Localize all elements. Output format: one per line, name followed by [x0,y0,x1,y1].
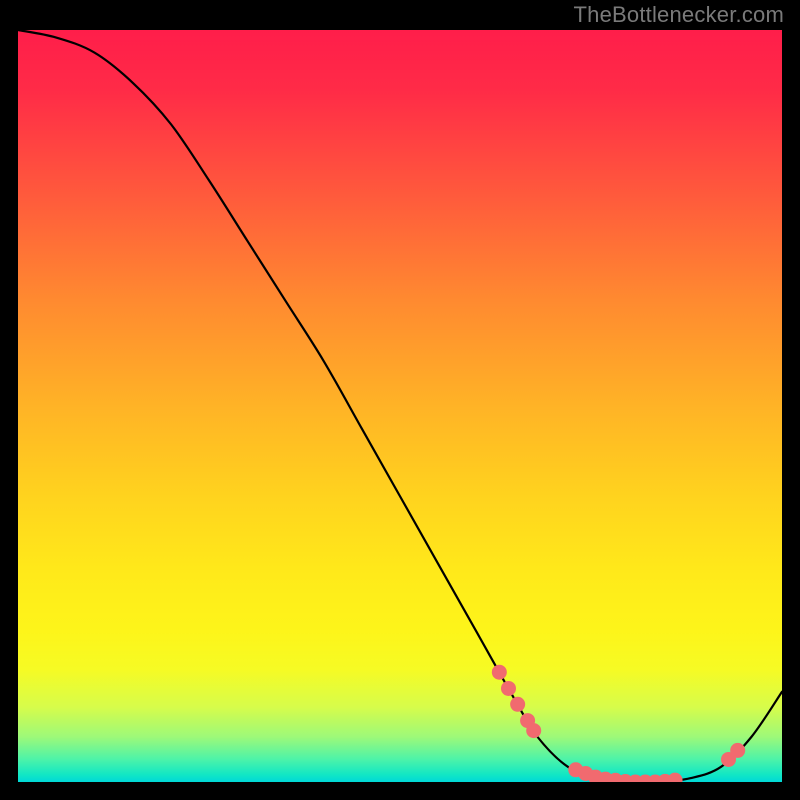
plot-area [18,30,782,782]
data-point-icon [510,697,525,712]
data-point-icon [730,743,745,758]
main-curve [18,30,782,782]
data-point-icon [492,665,507,680]
curve-layer [18,30,782,782]
chart-container: TheBottlenecker.com [0,0,800,800]
data-point-icon [668,773,683,782]
dots-layer [492,665,745,782]
data-point-icon [501,681,516,696]
attribution-label: TheBottlenecker.com [574,2,784,28]
chart-svg [18,30,782,782]
data-point-icon [526,723,541,738]
